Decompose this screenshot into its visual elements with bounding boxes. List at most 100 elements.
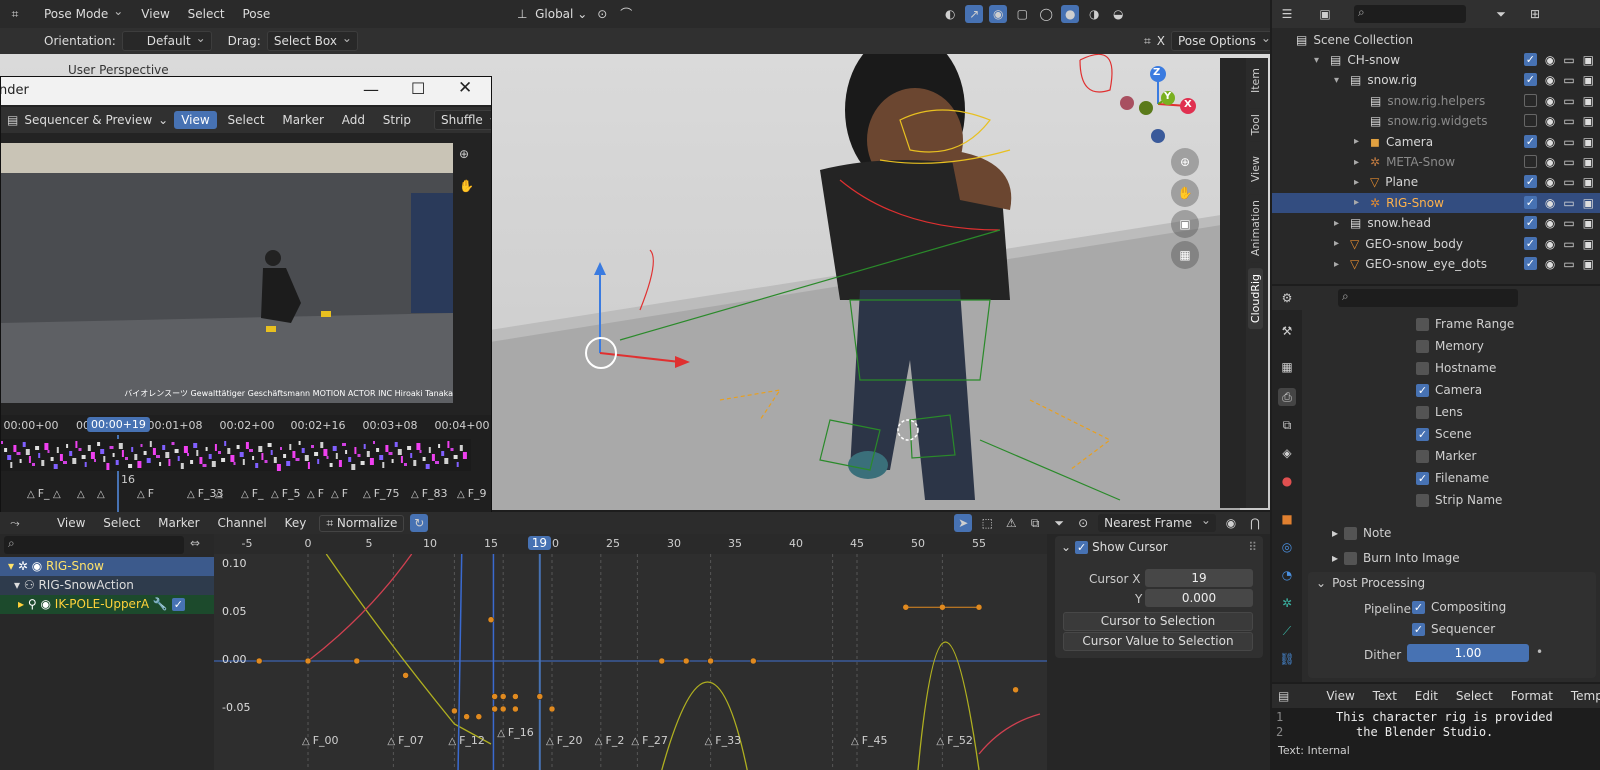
graph-area[interactable]: -5 0 5 10 15 20 25 30 35 40 45 50 55 19 0.10 0.05 0.00-… (214, 534, 1047, 770)
camera-icon[interactable]: ▣ (1583, 135, 1594, 149)
zoom-button[interactable]: ⊕ (1171, 148, 1199, 176)
object-tab-icon[interactable]: ■ (1278, 510, 1296, 528)
viewport-menu-view[interactable]: View (134, 5, 176, 23)
exclude-checkbox[interactable] (1523, 114, 1537, 128)
new-collection-icon[interactable]: ⊞ (1526, 5, 1544, 23)
graph-editor-icon[interactable]: ⤳ (6, 514, 24, 532)
exclude-checkbox[interactable] (1523, 93, 1537, 107)
transform-orientation-select[interactable]: ⊥ Global ⌄ (513, 5, 587, 23)
camera-icon[interactable]: ▣ (1583, 237, 1594, 251)
text-menu-format[interactable]: Format (1504, 687, 1560, 705)
show-cursor-row[interactable]: ⌄ Show Cursor (1061, 540, 1168, 554)
exclude-checkbox[interactable] (1523, 134, 1537, 148)
text-menu-text[interactable]: Text (1366, 687, 1404, 705)
sequencer-checkbox[interactable] (1412, 622, 1425, 636)
post-processing-header[interactable]: ⌄ Post Processing (1316, 576, 1425, 590)
eye-icon[interactable]: ◉ (1545, 257, 1555, 271)
camera-icon[interactable]: ▣ (1583, 175, 1594, 189)
properties-editor-icon[interactable]: ⚙ (1278, 289, 1296, 307)
camera-view-button[interactable]: ▣ (1171, 210, 1199, 238)
text-editor-icon[interactable]: ▤ (1278, 687, 1289, 705)
cursor-tool-icon[interactable]: ➤ (954, 514, 973, 532)
graph-menu-view[interactable]: View (50, 514, 92, 532)
expand-arrow-icon[interactable]: ▸ (1354, 136, 1366, 147)
seq-marker[interactable]: F (137, 487, 154, 500)
monitor-icon[interactable]: ▭ (1563, 135, 1574, 149)
burn-checkbox[interactable] (1344, 551, 1358, 565)
metadata-toggle[interactable]: Hostname (1416, 361, 1496, 375)
preview-hand-icon[interactable]: ✋ (459, 179, 474, 193)
text-line[interactable]: the Blender Studio. (1356, 725, 1493, 739)
navigation-gizmo[interactable]: Z Y X (1118, 64, 1198, 144)
channel-row-bone[interactable]: ▸ ⚲ ◉ IK-POLE-UpperA 🔧 (0, 595, 214, 614)
graph-marker[interactable]: F_20 (546, 734, 583, 747)
graph-marker[interactable]: F_2 (595, 734, 625, 747)
cursor-value-to-selection-button[interactable]: Cursor Value to Selection (1063, 632, 1253, 651)
graph-marker[interactable]: F_16 (497, 726, 534, 739)
expand-arrow-icon[interactable]: ▾ (1334, 75, 1346, 86)
solid-shading-icon[interactable]: ● (1061, 5, 1080, 23)
channel-row-action[interactable]: ▾ ⚇ RIG-SnowAction (0, 576, 214, 595)
drag-select[interactable]: Select Box (266, 31, 358, 51)
seq-marker[interactable]: F_75 (363, 487, 400, 500)
seq-marker[interactable] (97, 487, 108, 500)
wireframe-shading-icon[interactable]: ◯ (1037, 5, 1055, 23)
metadata-checkbox[interactable] (1416, 427, 1429, 441)
sequencer-timeline[interactable]: 00:00+00 00 00:01+08 00:02+00 00:02+16 0… (1, 415, 491, 513)
eye-icon[interactable]: ◉ (32, 559, 42, 573)
view-layer-tab-icon[interactable]: ⧉ (1278, 416, 1296, 434)
dither-slider[interactable]: 1.00 (1407, 644, 1529, 662)
sequencer-toggle[interactable]: Sequencer (1412, 622, 1495, 636)
metadata-toggle[interactable]: Camera (1416, 383, 1482, 397)
monitor-icon[interactable]: ▭ (1563, 257, 1574, 271)
graph-marker[interactable]: F_07 (387, 734, 424, 747)
proportional-icon[interactable]: ◐ (941, 5, 959, 23)
sequencer-editor-icon[interactable]: ▤ (7, 111, 18, 129)
gizmo-toggle-icon[interactable]: ↗ (965, 5, 984, 23)
exclude-checkbox[interactable] (1523, 155, 1537, 168)
camera-icon[interactable]: ▣ (1583, 216, 1594, 230)
monitor-icon[interactable]: ▭ (1563, 73, 1574, 87)
seq-current-time[interactable]: 00:00+19 (87, 417, 150, 432)
outliner-item[interactable]: ▤ snow.rig.widgets ◉ ▭ ▣ (1272, 111, 1600, 131)
proportional-edit-icon[interactable]: ◉ (1222, 514, 1240, 532)
falloff-icon[interactable]: ⋂ (1246, 514, 1264, 532)
graph-marker[interactable]: F_12 (448, 734, 485, 747)
close-x[interactable]: X (1157, 34, 1165, 48)
outliner-item[interactable]: ▾ ▤ CH-snow ◉ ▭ ▣ (1272, 50, 1600, 70)
metadata-toggle[interactable]: Lens (1416, 405, 1463, 419)
warning-icon[interactable]: ⚠ (1002, 514, 1020, 532)
outliner-item[interactable]: ▸ ▤ snow.head ◉ ▭ ▣ (1272, 213, 1600, 233)
graph-current-frame[interactable]: 19 (527, 536, 552, 550)
seq-menu-add[interactable]: Add (335, 111, 372, 129)
graph-menu-key[interactable]: Key (278, 514, 314, 532)
camera-icon[interactable]: ▣ (1583, 155, 1594, 169)
exclude-checkbox[interactable] (1523, 53, 1537, 66)
outliner-item[interactable]: ▸ ▽ GEO-snow_eye_dots ◉ ▭ ▣ (1272, 254, 1600, 274)
tab-item[interactable]: Item (1248, 62, 1263, 100)
cursor-to-selection-button[interactable]: Cursor to Selection (1063, 612, 1253, 631)
graph-marker[interactable]: F_27 (631, 734, 668, 747)
metadata-checkbox[interactable] (1416, 339, 1429, 353)
metadata-checkbox[interactable] (1416, 471, 1429, 485)
physics-tab-icon[interactable]: ◔ (1278, 566, 1296, 584)
monitor-icon[interactable]: ▭ (1563, 94, 1574, 108)
refresh-icon[interactable]: ↻ (410, 514, 429, 532)
material-shading-icon[interactable]: ◑ (1085, 5, 1103, 23)
camera-icon[interactable]: ▣ (1583, 257, 1594, 271)
monitor-icon[interactable]: ▭ (1563, 175, 1574, 189)
box-select-icon[interactable]: ⬚ (978, 514, 996, 532)
note-checkbox[interactable] (1344, 526, 1358, 540)
overlay-toggle-icon[interactable]: ◉ (989, 5, 1008, 23)
metadata-checkbox[interactable] (1416, 405, 1429, 419)
tool-tab-icon[interactable]: ⚒ (1278, 322, 1296, 340)
tab-view[interactable]: View (1248, 150, 1263, 189)
eye-icon[interactable]: ◉ (40, 597, 50, 611)
monitor-icon[interactable]: ▭ (1563, 196, 1574, 210)
graph-marker[interactable]: F_45 (851, 734, 888, 747)
exclude-checkbox[interactable] (1523, 216, 1537, 230)
metadata-checkbox[interactable] (1416, 449, 1429, 463)
exclude-checkbox[interactable] (1523, 257, 1537, 270)
expand-arrow-icon[interactable]: ▾ (1314, 55, 1326, 66)
graph-menu-marker[interactable]: Marker (151, 514, 206, 532)
